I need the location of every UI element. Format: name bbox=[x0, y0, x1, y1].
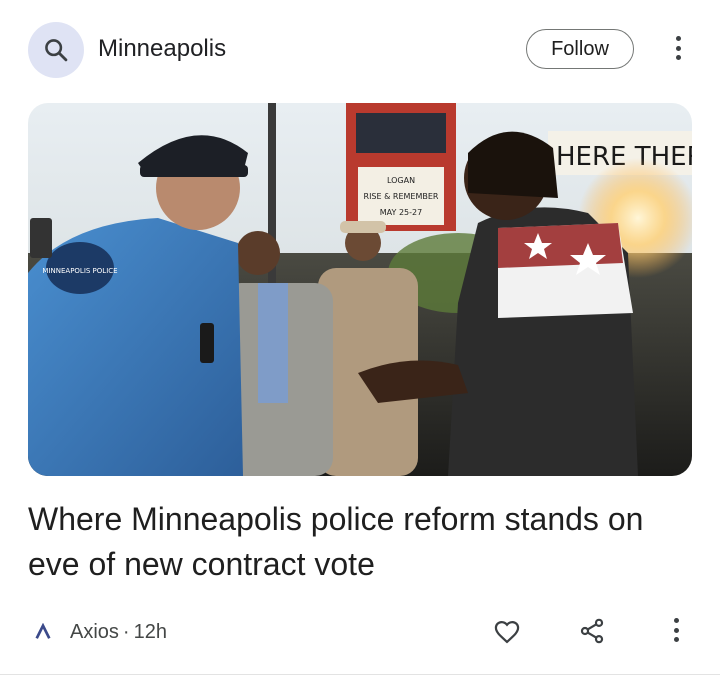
marquee-line-2: RISE & REMEMBER bbox=[364, 192, 439, 201]
more-vert-icon[interactable] bbox=[664, 618, 688, 642]
article-image[interactable]: LOGAN RISE & REMEMBER MAY 25-27 HERE THE… bbox=[28, 103, 692, 476]
topic-title[interactable]: Minneapolis bbox=[98, 34, 226, 64]
marquee-line-3: MAY 25-27 bbox=[380, 208, 422, 217]
publish-time: 12h bbox=[133, 620, 167, 643]
more-vert-icon[interactable] bbox=[666, 36, 690, 60]
patch-text: MINNEAPOLIS POLICE bbox=[42, 267, 117, 275]
axios-logo-icon bbox=[32, 621, 54, 643]
article-headline[interactable]: Where Minneapolis police reform stands o… bbox=[28, 497, 692, 587]
share-icon bbox=[580, 618, 604, 644]
topic-avatar[interactable] bbox=[28, 22, 84, 78]
follow-button[interactable]: Follow bbox=[526, 29, 634, 69]
search-icon bbox=[45, 39, 68, 62]
divider bbox=[0, 674, 720, 675]
source-name: Axios bbox=[70, 620, 119, 643]
news-card: Minneapolis Follow LOGAN RISE & REMEMBER… bbox=[0, 0, 720, 680]
article-photo: LOGAN RISE & REMEMBER MAY 25-27 HERE THE… bbox=[28, 103, 692, 476]
like-button[interactable] bbox=[489, 614, 525, 650]
heart-icon bbox=[494, 620, 520, 644]
source-row[interactable]: Axios · 12h bbox=[32, 618, 167, 646]
marquee-line-1: LOGAN bbox=[387, 176, 415, 185]
source-separator: · bbox=[122, 620, 130, 643]
share-button[interactable] bbox=[574, 613, 610, 649]
